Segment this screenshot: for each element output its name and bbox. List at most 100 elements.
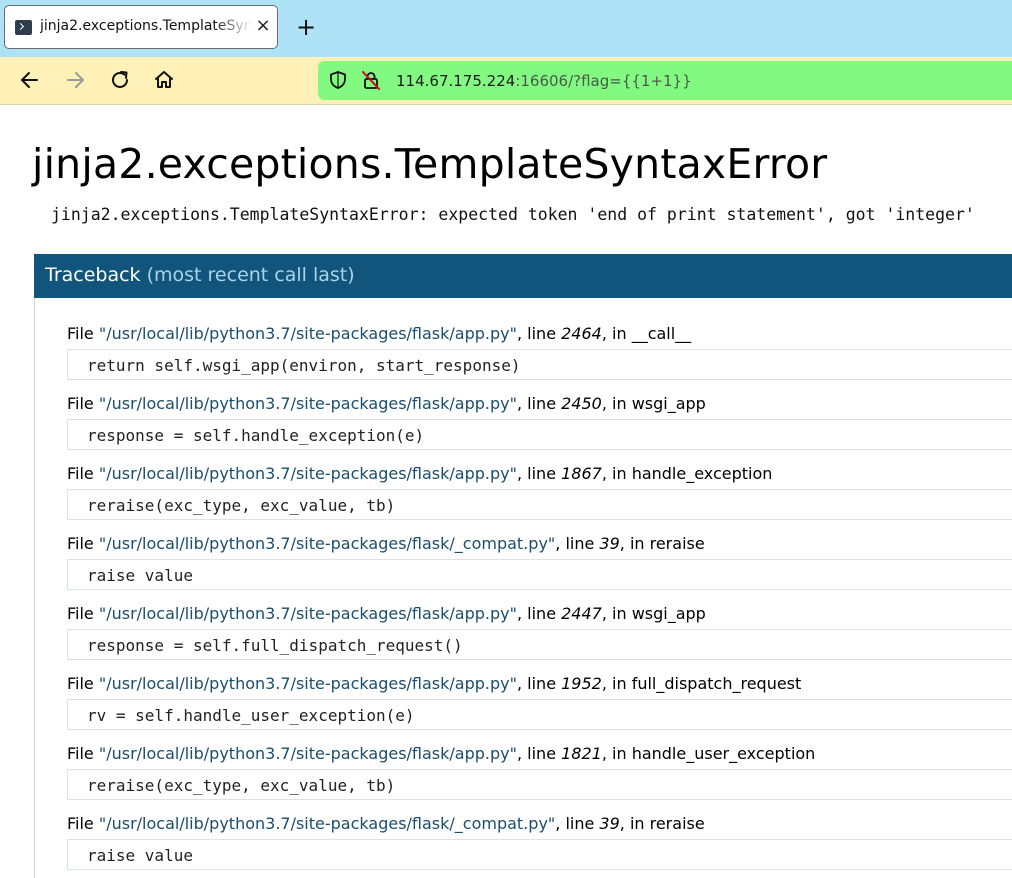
active-tab[interactable]: jinja2.exceptions.TemplateSyntaxError × xyxy=(4,5,278,49)
frame-location: File "/usr/local/lib/python3.7/site-pack… xyxy=(67,603,1012,625)
frame-line-number: 2447 xyxy=(561,604,602,623)
frame-location: File "/usr/local/lib/python3.7/site-pack… xyxy=(67,393,1012,415)
frame-line-number: 39 xyxy=(599,814,620,833)
shield-icon[interactable] xyxy=(327,69,349,91)
traceback-frame: File "/usr/local/lib/python3.7/site-pack… xyxy=(67,673,1012,730)
frame-line-prefix: , line xyxy=(516,324,562,343)
traceback-frame: File "/usr/local/lib/python3.7/site-pack… xyxy=(67,323,1012,380)
frame-line-number: 2464 xyxy=(561,324,602,343)
frame-in-prefix: , in xyxy=(601,674,632,693)
frame-file-prefix: File xyxy=(67,324,99,343)
frame-file-prefix: File xyxy=(67,814,99,833)
frame-in-prefix: , in xyxy=(601,744,632,763)
frame-in-prefix: , in xyxy=(619,814,650,833)
frame-line-prefix: , line xyxy=(516,394,562,413)
traceback-frame: File "/usr/local/lib/python3.7/site-pack… xyxy=(67,533,1012,590)
frame-line-prefix: , line xyxy=(516,464,562,483)
traceback-header: Traceback (most recent call last) xyxy=(34,254,1012,298)
frame-source-line[interactable]: return self.wsgi_app(environ, start_resp… xyxy=(67,349,1012,380)
home-button[interactable] xyxy=(151,67,177,93)
frame-source-line[interactable]: raise value xyxy=(67,839,1012,870)
frame-filename: "/usr/local/lib/python3.7/site-packages/… xyxy=(98,744,517,763)
url-path: :16606/?flag={{1+1}} xyxy=(515,72,692,90)
reload-icon xyxy=(112,71,128,88)
frame-file-prefix: File xyxy=(67,394,99,413)
frame-source-line[interactable]: raise value xyxy=(67,559,1012,590)
frame-location: File "/usr/local/lib/python3.7/site-pack… xyxy=(67,673,1012,695)
error-message: jinja2.exceptions.TemplateSyntaxError: e… xyxy=(51,205,975,224)
frame-function: handle_user_exception xyxy=(631,744,816,763)
terminal-favicon-icon xyxy=(15,20,32,35)
frame-source-line[interactable]: reraise(exc_type, exc_value, tb) xyxy=(67,489,1012,520)
back-button[interactable] xyxy=(17,67,43,93)
frame-function: __call__ xyxy=(631,324,692,343)
frame-in-prefix: , in xyxy=(601,324,632,343)
frame-line-prefix: , line xyxy=(516,604,562,623)
address-bar[interactable]: 114.67.175.224:16606/?flag={{1+1}} xyxy=(318,61,1012,100)
frame-file-prefix: File xyxy=(67,464,99,483)
frame-function: wsgi_app xyxy=(631,394,706,413)
frame-line-number: 39 xyxy=(599,534,620,553)
frame-file-prefix: File xyxy=(67,674,99,693)
tab-strip: jinja2.exceptions.TemplateSyntaxError × … xyxy=(0,0,1012,57)
traceback-frame: File "/usr/local/lib/python3.7/site-pack… xyxy=(67,813,1012,870)
frame-line-prefix: , line xyxy=(555,814,600,833)
frame-function: handle_exception xyxy=(631,464,773,483)
frame-source-line[interactable]: reraise(exc_type, exc_value, tb) xyxy=(67,769,1012,800)
frame-location: File "/usr/local/lib/python3.7/site-pack… xyxy=(67,533,1012,555)
frame-file-prefix: File xyxy=(67,744,99,763)
forward-button[interactable] xyxy=(62,67,88,93)
frame-location: File "/usr/local/lib/python3.7/site-pack… xyxy=(67,813,1012,835)
frame-filename: "/usr/local/lib/python3.7/site-packages/… xyxy=(98,394,517,413)
url-text[interactable]: 114.67.175.224:16606/?flag={{1+1}} xyxy=(396,72,692,90)
traceback-frame: File "/usr/local/lib/python3.7/site-pack… xyxy=(67,393,1012,450)
traceback-frames: File "/usr/local/lib/python3.7/site-pack… xyxy=(34,298,1012,878)
back-arrow-icon xyxy=(21,72,38,88)
frame-line-prefix: , line xyxy=(516,744,562,763)
traceback-frame: File "/usr/local/lib/python3.7/site-pack… xyxy=(67,463,1012,520)
frame-in-prefix: , in xyxy=(619,534,650,553)
frame-location: File "/usr/local/lib/python3.7/site-pack… xyxy=(67,463,1012,485)
frame-filename: "/usr/local/lib/python3.7/site-packages/… xyxy=(98,324,517,343)
frame-line-number: 1821 xyxy=(561,744,602,763)
frame-in-prefix: , in xyxy=(601,394,632,413)
frame-function: full_dispatch_request xyxy=(631,674,802,693)
frame-file-prefix: File xyxy=(67,604,99,623)
traceback-heading: Traceback (most recent call last) xyxy=(45,264,355,286)
url-host: 114.67.175.224 xyxy=(396,72,516,90)
traceback-frame: File "/usr/local/lib/python3.7/site-pack… xyxy=(67,743,1012,800)
frame-source-line[interactable]: rv = self.handle_user_exception(e) xyxy=(67,699,1012,730)
new-tab-button[interactable]: + xyxy=(294,15,318,39)
tab-title: jinja2.exceptions.TemplateSyntaxError xyxy=(40,18,252,34)
reload-button[interactable] xyxy=(107,67,133,93)
close-tab-icon[interactable]: × xyxy=(253,16,273,36)
frame-source-line[interactable]: response = self.full_dispatch_request() xyxy=(67,629,1012,660)
frame-filename: "/usr/local/lib/python3.7/site-packages/… xyxy=(98,464,517,483)
insecure-lock-icon[interactable] xyxy=(360,69,382,91)
page-title: jinja2.exceptions.TemplateSyntaxError xyxy=(32,140,828,188)
frame-line-number: 1952 xyxy=(561,674,602,693)
traceback-label: Traceback xyxy=(45,264,141,286)
frame-file-prefix: File xyxy=(67,534,99,553)
frame-location: File "/usr/local/lib/python3.7/site-pack… xyxy=(67,743,1012,765)
frame-line-prefix: , line xyxy=(516,674,562,693)
frame-filename: "/usr/local/lib/python3.7/site-packages/… xyxy=(98,674,517,693)
frame-function: reraise xyxy=(649,534,705,553)
frame-in-prefix: , in xyxy=(601,464,632,483)
frame-line-number: 2450 xyxy=(561,394,602,413)
frame-line-number: 1867 xyxy=(561,464,602,483)
frame-filename: "/usr/local/lib/python3.7/site-packages/… xyxy=(98,604,517,623)
navigation-toolbar: 114.67.175.224:16606/?flag={{1+1}} xyxy=(0,57,1012,105)
traceback-frame: File "/usr/local/lib/python3.7/site-pack… xyxy=(67,603,1012,660)
frame-function: wsgi_app xyxy=(631,604,706,623)
frame-filename: "/usr/local/lib/python3.7/site-packages/… xyxy=(98,534,556,553)
frame-filename: "/usr/local/lib/python3.7/site-packages/… xyxy=(98,814,556,833)
frame-in-prefix: , in xyxy=(601,604,632,623)
frame-location: File "/usr/local/lib/python3.7/site-pack… xyxy=(67,323,1012,345)
home-icon xyxy=(155,71,173,88)
forward-arrow-icon xyxy=(67,72,84,88)
frame-function: reraise xyxy=(649,814,705,833)
frame-source-line[interactable]: response = self.handle_exception(e) xyxy=(67,419,1012,450)
traceback-hint: (most recent call last) xyxy=(146,264,355,286)
frame-line-prefix: , line xyxy=(555,534,600,553)
